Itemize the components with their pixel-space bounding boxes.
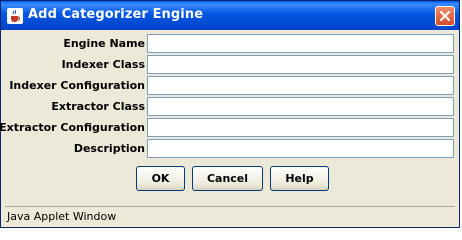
extractor-class-row: Extractor Class [5, 96, 455, 118]
indexer-class-row: Indexer Class [5, 54, 455, 76]
help-button[interactable]: Help [270, 166, 329, 191]
dialog-window: Add Categorizer Engine Engine Name Index… [0, 0, 460, 228]
window-title: Add Categorizer Engine [28, 7, 204, 22]
title-bar[interactable]: Add Categorizer Engine [1, 1, 459, 30]
engine-name-input[interactable] [147, 34, 454, 53]
extractor-configuration-label: Extractor Configuration [0, 121, 145, 134]
status-bar: Java Applet Window [5, 206, 455, 225]
description-label: Description [73, 142, 145, 155]
engine-name-label: Engine Name [63, 37, 145, 50]
form-panel: Engine Name Indexer Class Indexer Config… [0, 30, 455, 206]
status-text: Java Applet Window [7, 210, 117, 223]
extractor-configuration-input[interactable] [147, 118, 454, 137]
button-bar: OK Cancel Help [5, 164, 455, 194]
ok-button[interactable]: OK [136, 166, 185, 191]
java-coffee-cup-icon [7, 8, 23, 24]
indexer-configuration-label: Indexer Configuration [9, 79, 145, 92]
indexer-class-label: Indexer Class [61, 58, 145, 71]
engine-name-row: Engine Name [5, 33, 455, 55]
extractor-class-label: Extractor Class [51, 100, 145, 113]
description-row: Description [5, 138, 455, 160]
cancel-button[interactable]: Cancel [192, 166, 263, 191]
extractor-configuration-row: Extractor Configuration [0, 117, 455, 139]
description-input[interactable] [147, 139, 454, 158]
close-button[interactable] [435, 6, 455, 26]
indexer-configuration-row: Indexer Configuration [5, 75, 455, 97]
extractor-class-input[interactable] [147, 97, 454, 116]
indexer-class-input[interactable] [147, 55, 454, 74]
close-icon [439, 7, 451, 26]
indexer-configuration-input[interactable] [147, 76, 454, 95]
